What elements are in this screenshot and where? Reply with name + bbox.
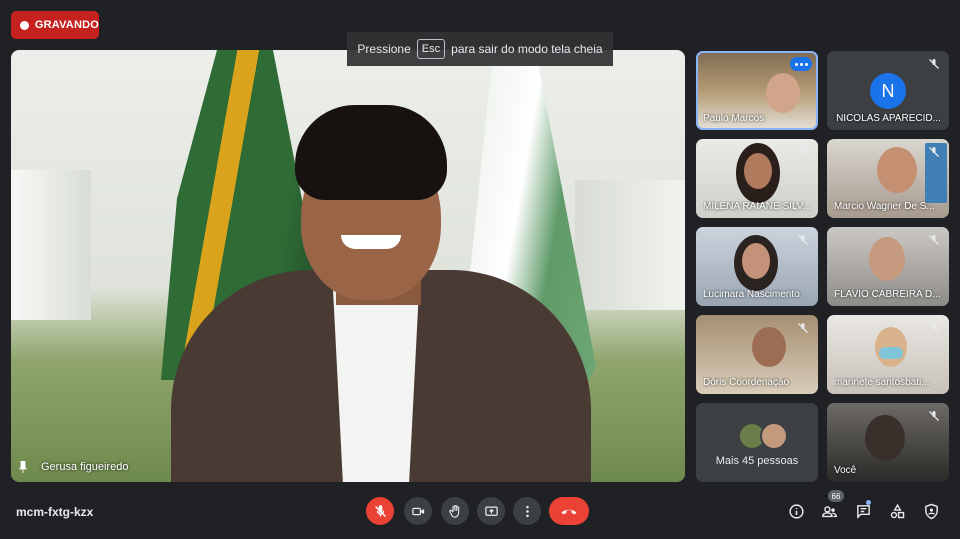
participant-name: Você [834, 465, 857, 476]
participant-video [766, 73, 800, 113]
chat-notification-dot [866, 500, 871, 505]
chat-icon [856, 504, 870, 519]
participant-name: MILENA RAIANE SILV... [703, 201, 811, 212]
more-people-label: Mais 45 pessoas [715, 455, 799, 467]
pin-icon[interactable] [19, 461, 27, 473]
recording-label: GRAVANDO [34, 19, 99, 31]
participant-name: marinete santosbati... [834, 377, 930, 388]
participant-tile[interactable]: Marcio Wagner De S... [827, 139, 949, 218]
activities-button[interactable] [887, 501, 907, 521]
participant-name: NICOLAS APARECID... [836, 113, 941, 124]
host-controls-button[interactable] [921, 501, 941, 521]
background-window [11, 170, 91, 320]
info-icon [788, 503, 804, 519]
main-video-tile[interactable]: Gerusa figueiredo [11, 50, 685, 482]
face-mask [879, 347, 903, 359]
participant-count-badge: 66 [828, 490, 844, 502]
participant-video [752, 327, 786, 367]
esc-key-hint: Esc [416, 39, 446, 59]
activities-icon [890, 503, 904, 518]
participant-tile[interactable]: Lucimara Nascimento [696, 227, 818, 306]
record-dot-icon [20, 20, 29, 30]
participant-name: FLAVIO CABREIRA D... [834, 289, 941, 300]
participant-avatar: N [870, 73, 906, 109]
background-window-right [575, 180, 685, 310]
meeting-details-button[interactable] [786, 501, 806, 521]
participant-video [869, 237, 905, 281]
participant-name: Dóris Coordenação [703, 377, 790, 388]
mic-off-icon [796, 321, 810, 335]
participant-name: Marcio Wagner De S... [834, 201, 935, 212]
mic-off-icon [927, 321, 941, 335]
camera-icon [411, 507, 424, 515]
participant-name: Paulo Marcos [703, 113, 765, 124]
participant-face [742, 243, 770, 279]
hang-up-button[interactable] [549, 497, 589, 525]
main-video-name: Gerusa figueiredo [41, 461, 129, 473]
present-screen-button[interactable] [477, 497, 505, 525]
participants-button[interactable] [819, 501, 839, 521]
mic-off-icon [796, 145, 810, 159]
speaker-video [171, 95, 591, 482]
raise-hand-button[interactable] [441, 497, 469, 525]
bottom-control-bar: mcm-fxtg-kzx 66 [0, 490, 960, 539]
speaker-smile [341, 235, 401, 249]
mic-off-icon [927, 233, 941, 247]
participant-face [744, 153, 772, 189]
banner-text-before: Pressione [357, 42, 411, 56]
participant-tile[interactable]: MILENA RAIANE SILV... [696, 139, 818, 218]
more-people-avatars [738, 422, 788, 450]
present-screen-icon [484, 506, 498, 516]
speaker-hair [295, 105, 447, 200]
tile-options-icon[interactable] [790, 57, 812, 71]
participant-tile[interactable]: FLAVIO CABREIRA D... [827, 227, 949, 306]
participant-tile[interactable]: N NICOLAS APARECID... [827, 51, 949, 130]
raise-hand-icon [448, 504, 459, 518]
avatar [760, 422, 788, 450]
mic-off-icon [927, 145, 941, 159]
hang-up-icon [561, 509, 577, 515]
more-options-button[interactable] [513, 497, 541, 525]
camera-toggle-button[interactable] [404, 497, 432, 525]
fullscreen-hint-banner: Pressione Esc para sair do modo tela che… [347, 32, 613, 66]
main-video-name-tag: Gerusa figueiredo [19, 461, 128, 473]
participant-video [877, 147, 917, 193]
more-options-icon [525, 505, 529, 517]
more-people-tile[interactable]: Mais 45 pessoas [696, 403, 818, 482]
self-view-tile[interactable]: Você [827, 403, 949, 482]
mic-off-icon [374, 504, 386, 517]
participant-tile[interactable]: Dóris Coordenação [696, 315, 818, 394]
mic-off-icon [927, 57, 941, 71]
participant-name: Lucimara Nascimento [703, 289, 800, 300]
participant-tile[interactable]: marinete santosbati... [827, 315, 949, 394]
banner-text-after: para sair do modo tela cheia [451, 42, 603, 56]
people-icon [821, 505, 837, 517]
recording-badge: GRAVANDO [11, 11, 99, 39]
self-video [865, 415, 905, 461]
microphone-toggle-button[interactable] [366, 497, 394, 525]
host-controls-icon [924, 503, 938, 519]
mic-off-icon [927, 409, 941, 423]
participant-tile[interactable]: Paulo Marcos [696, 51, 818, 130]
meeting-code: mcm-fxtg-kzx [16, 505, 94, 519]
mic-off-icon [796, 233, 810, 247]
